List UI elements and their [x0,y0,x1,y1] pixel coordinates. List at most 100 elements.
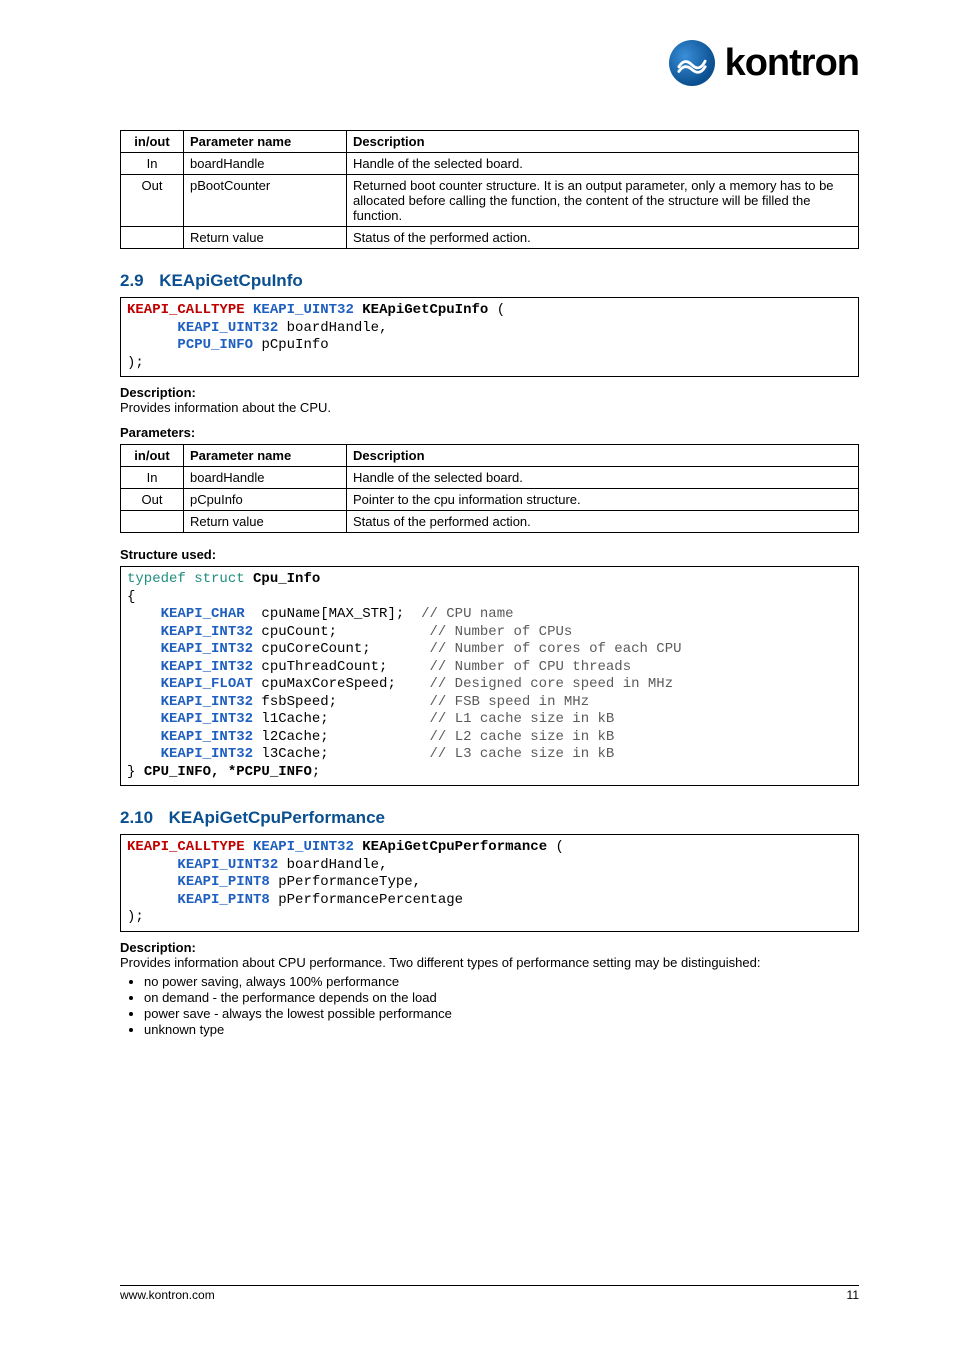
logo-mark-icon [669,40,715,86]
code-block-getcpuperformance: KEAPI_CALLTYPE KEAPI_UINT32 KEApiGetCpuP… [120,834,859,932]
params-table-bootcounter: in/out Parameter name Description In boa… [120,130,859,249]
params-table-cpuinfo: in/out Parameter name Description In boa… [120,444,859,533]
code-token: KEAPI_INT32 [161,694,253,710]
code-token: KEAPI_CALLTYPE [127,302,245,318]
description-label: Description: [120,940,196,955]
list-item: power save - always the lowest possible … [144,1006,859,1021]
code-token: KEAPI_INT32 [161,624,253,640]
cell-io: Out [121,175,184,227]
heading-title: KEApiGetCpuInfo [159,271,303,290]
cell-desc: Handle of the selected board. [347,467,859,489]
code-comment: // L1 cache size in kB [429,711,614,727]
code-block-cpuinfo-struct: typedef struct Cpu_Info { KEAPI_CHAR cpu… [120,566,859,786]
code-token: pPerformancePercentage [270,892,463,908]
code-token: pCpuInfo [253,337,329,353]
code-comment: // Number of cores of each CPU [429,641,681,657]
code-comment: // Designed core speed in MHz [429,676,673,692]
performance-type-list: no power saving, always 100% performance… [144,974,859,1037]
col-name: Parameter name [184,131,347,153]
code-token: ); [127,355,144,371]
code-token: l1Cache; [253,711,329,727]
code-token: KEAPI_INT32 [161,729,253,745]
code-token: PCPU_INFO [177,337,253,353]
structure-used-label: Structure used: [120,547,859,562]
code-token: cpuName[MAX_STR]; [245,606,405,622]
cell-name: pCpuInfo [184,489,347,511]
content: in/out Parameter name Description In boa… [120,40,859,1037]
code-token: KEApiGetCpuInfo [362,302,488,318]
table-row: Out pCpuInfo Pointer to the cpu informat… [121,489,859,511]
table-row: Return value Status of the performed act… [121,227,859,249]
code-token: l3Cache; [253,746,329,762]
col-io: in/out [121,445,184,467]
wave-icon [677,48,707,78]
code-token: boardHandle, [278,320,387,336]
table-row: Return value Status of the performed act… [121,511,859,533]
table-header-row: in/out Parameter name Description [121,445,859,467]
cell-io [121,227,184,249]
code-token: KEAPI_INT32 [161,641,253,657]
table-header-row: in/out Parameter name Description [121,131,859,153]
cell-name: pBootCounter [184,175,347,227]
col-desc: Description [347,131,859,153]
code-comment: // CPU name [421,606,513,622]
logo-word: kontron [725,42,859,85]
description-text: Provides information about the CPU. [120,400,331,415]
brand-logo: kontron [669,40,859,86]
heading-title: KEApiGetCpuPerformance [169,808,385,827]
code-comment: // Number of CPU threads [429,659,631,675]
cell-desc: Returned boot counter structure. It is a… [347,175,859,227]
code-token: CPU_INFO, *PCPU_INFO [144,764,312,780]
code-token: { [127,589,135,605]
col-io: in/out [121,131,184,153]
code-token: ); [127,909,144,925]
cell-desc: Handle of the selected board. [347,153,859,175]
cell-name: Return value [184,511,347,533]
code-token: KEAPI_UINT32 [253,302,354,318]
code-token: cpuCoreCount; [253,641,371,657]
code-token: KEAPI_PINT8 [177,874,269,890]
code-token: fsbSpeed; [253,694,337,710]
cell-io: In [121,467,184,489]
code-token: ; [312,764,320,780]
code-comment: // Number of CPUs [429,624,572,640]
code-token: cpuCount; [253,624,337,640]
description-text: Provides information about CPU performan… [120,955,760,970]
cell-io [121,511,184,533]
code-token: KEAPI_PINT8 [177,892,269,908]
code-token: KEAPI_UINT32 [253,839,354,855]
section-heading-2-10: 2.10 KEApiGetCpuPerformance [120,808,859,828]
code-token: } [127,764,144,780]
cell-desc: Status of the performed action. [347,227,859,249]
code-token: KEAPI_INT32 [161,711,253,727]
col-name: Parameter name [184,445,347,467]
cell-desc: Status of the performed action. [347,511,859,533]
cell-io: In [121,153,184,175]
table-row: In boardHandle Handle of the selected bo… [121,153,859,175]
code-token: KEAPI_UINT32 [177,320,278,336]
description-label: Description: [120,385,196,400]
description-block: Description: Provides information about … [120,940,859,970]
list-item: on demand - the performance depends on t… [144,990,859,1005]
code-token: boardHandle, [278,857,387,873]
code-comment: // FSB speed in MHz [429,694,589,710]
code-token: KEApiGetCpuPerformance [362,839,547,855]
table-row: In boardHandle Handle of the selected bo… [121,467,859,489]
footer-url: www.kontron.com [120,1288,215,1302]
code-token: KEAPI_FLOAT [161,676,253,692]
cell-desc: Pointer to the cpu information structure… [347,489,859,511]
page-number: 11 [847,1288,859,1302]
heading-number: 2.9 [120,271,144,290]
list-item: no power saving, always 100% performance [144,974,859,989]
cell-name: Return value [184,227,347,249]
code-token: cpuMaxCoreSpeed; [253,676,396,692]
code-comment: // L2 cache size in kB [429,729,614,745]
cell-io: Out [121,489,184,511]
section-heading-2-9: 2.9 KEApiGetCpuInfo [120,271,859,291]
page: kontron in/out Parameter name Descriptio… [0,0,954,1350]
cell-name: boardHandle [184,153,347,175]
code-token: typedef struct [127,571,253,587]
code-token: KEAPI_CHAR [161,606,245,622]
code-block-getcpuinfo: KEAPI_CALLTYPE KEAPI_UINT32 KEApiGetCpuI… [120,297,859,377]
cell-name: boardHandle [184,467,347,489]
